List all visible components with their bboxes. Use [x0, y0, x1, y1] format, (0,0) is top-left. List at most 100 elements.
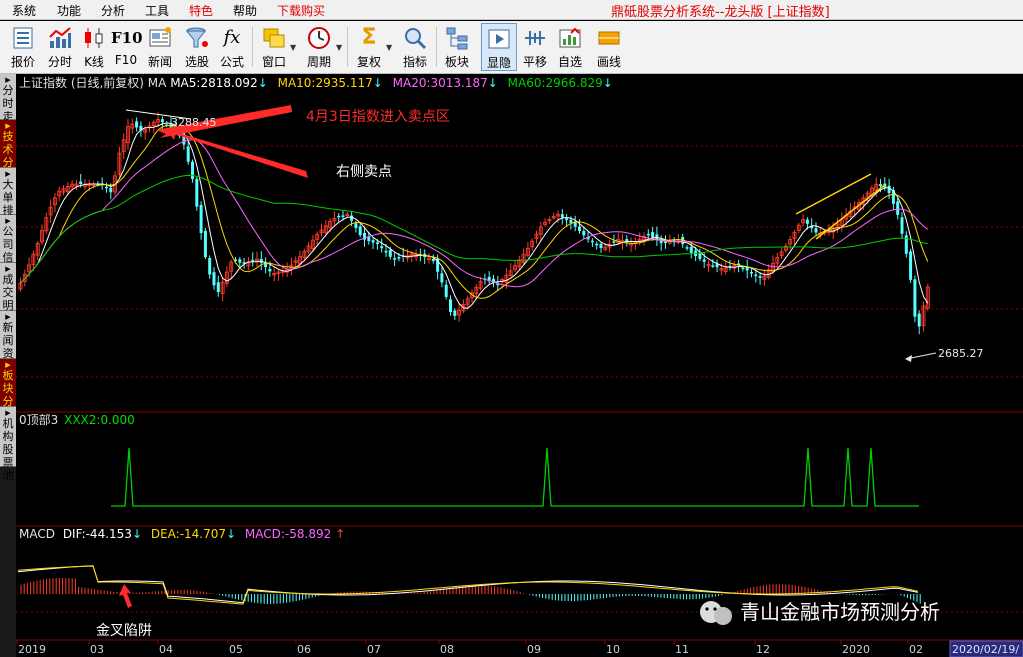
- left-tab-5[interactable]: ▶新闻资讯: [0, 311, 16, 373]
- candle-body: [79, 181, 83, 184]
- candle-body: [208, 257, 212, 275]
- window-button-label: 窗口: [261, 55, 286, 69]
- kline-button[interactable]: K线: [78, 23, 110, 71]
- candle-body: [685, 247, 689, 249]
- candle-body: [711, 265, 715, 267]
- candle-body: [664, 241, 667, 244]
- candle-body: [354, 223, 358, 228]
- period-button[interactable]: 周期: [302, 23, 336, 71]
- wechat-icon-bubble: [714, 607, 732, 625]
- menu-item-system[interactable]: 系统: [12, 2, 36, 19]
- clock-icon: [308, 27, 330, 49]
- toolbar-separator: [252, 27, 253, 67]
- candle-body: [758, 276, 762, 278]
- sector-button[interactable]: 板块: [440, 23, 474, 71]
- candle-body: [444, 284, 448, 297]
- left-tab-2[interactable]: ▶大单排名: [0, 168, 16, 230]
- left-tab-0[interactable]: ▶分时走势: [0, 74, 16, 136]
- pan-button[interactable]: 平移: [518, 23, 552, 71]
- watermark-text: 青山金融市场预测分析: [740, 600, 940, 624]
- menu-item-tools[interactable]: 工具: [145, 2, 169, 19]
- formula-button[interactable]: fx 公式: [216, 23, 248, 71]
- chart-area[interactable]: 上证指数 (日线,前复权) MA MA5:2818.092↓ MA10:2935…: [16, 74, 1023, 657]
- x-axis-label: 06: [297, 643, 311, 656]
- ma10-arrow: ↓: [373, 76, 383, 90]
- ma20-value: MA20:3013.187: [393, 76, 488, 90]
- menu-item-features[interactable]: 特色: [189, 2, 213, 19]
- x-axis-label: 07: [367, 643, 381, 656]
- candle-body: [199, 205, 203, 233]
- tree-icon: [446, 27, 468, 50]
- ma5-arrow: ↓: [258, 76, 268, 90]
- candle-body: [590, 240, 594, 243]
- left-tab-bar: ▶分时走势▶技术分析▶大单排名▶公司信息▶成交明细▶新闻资讯▶板块分析▶机构股票…: [0, 74, 16, 657]
- candle-body: [384, 250, 388, 253]
- tab-arrow-icon: ▶: [5, 76, 11, 84]
- left-tab-1[interactable]: ▶技术分析: [0, 120, 16, 182]
- menu-item-download[interactable]: 下载购买: [277, 2, 325, 19]
- candle-body: [612, 241, 616, 243]
- x-axis-label: 12: [756, 643, 770, 656]
- left-tab-7[interactable]: ▶ 机构股票池: [0, 407, 16, 482]
- adjust-button[interactable]: Σ 复权: [352, 23, 386, 71]
- adjust-dropdown-icon[interactable]: ▼: [386, 43, 392, 52]
- news-button[interactable]: 新闻: [142, 23, 178, 71]
- candle-body: [879, 184, 882, 187]
- period-dropdown-icon[interactable]: ▼: [336, 43, 342, 52]
- x-axis-label: 08: [440, 643, 454, 656]
- quote-button[interactable]: 报价: [4, 23, 42, 71]
- candle-body: [689, 246, 693, 253]
- candle-body: [109, 187, 113, 193]
- intraday-button[interactable]: 分时: [43, 23, 77, 71]
- f10-button[interactable]: F10 F10: [111, 23, 143, 71]
- draw-line-button[interactable]: 画线: [590, 23, 628, 71]
- tab-arrow-icon: ▶: [5, 361, 11, 369]
- left-tab-4[interactable]: ▶成交明细: [0, 263, 16, 325]
- candle-body: [431, 258, 435, 261]
- quote-button-label: 报价: [10, 55, 35, 69]
- window-dropdown-icon[interactable]: ▼: [290, 43, 296, 52]
- macd-dif-arrow: ↓: [132, 527, 142, 541]
- show-hide-button[interactable]: 显隐: [481, 23, 517, 71]
- candle-body: [135, 121, 139, 128]
- candle-body: [805, 219, 809, 224]
- f10-icon: F10: [111, 29, 143, 47]
- candle-body: [337, 215, 341, 218]
- menu-item-help[interactable]: 帮助: [233, 2, 257, 19]
- macd-dea-arrow: ↓: [226, 527, 236, 541]
- candle-body: [105, 186, 108, 189]
- macd-arrow: ↑: [335, 527, 345, 541]
- stock-picker-button[interactable]: 选股: [179, 23, 215, 71]
- macd-value: MACD:-58.892: [245, 527, 331, 541]
- news-icon: [149, 27, 171, 47]
- candle-body: [582, 230, 586, 236]
- menu-item-function[interactable]: 功能: [57, 2, 81, 19]
- intraday-icon: [49, 27, 71, 48]
- candle-body: [814, 228, 818, 233]
- candle-body: [375, 242, 379, 244]
- low-price-label: 2685.27: [938, 347, 984, 360]
- watchlist-button[interactable]: 自选: [553, 23, 587, 71]
- candle-body: [702, 259, 706, 262]
- x-axis-label: 11: [675, 643, 689, 656]
- menu-item-analysis[interactable]: 分析: [101, 2, 125, 19]
- toggle-icon: [488, 29, 510, 49]
- macd-header: MACD DIF:-44.153↓ DEA:-14.707↓ MACD:-58.…: [19, 527, 345, 541]
- x-axis-label: 04: [159, 643, 173, 656]
- macd-dea: DEA:-14.707: [151, 527, 226, 541]
- left-tab-3[interactable]: ▶公司信息: [0, 215, 16, 277]
- tab-arrow-icon: ▶: [5, 170, 11, 178]
- candle-body: [917, 313, 921, 327]
- left-tab-6[interactable]: ▶板块分析: [0, 359, 16, 421]
- golden-cross-trap-annotation: 金叉陷阱: [96, 623, 152, 639]
- tab-arrow-icon: ▶: [5, 217, 11, 225]
- candle-body: [595, 243, 599, 246]
- macd-name: MACD: [19, 527, 55, 541]
- indicator-button[interactable]: 指标: [398, 23, 432, 71]
- candle-body: [909, 251, 913, 280]
- candle-body: [195, 178, 199, 207]
- candle-body: [191, 161, 194, 179]
- indicator1-header: 0顶部3 XXX2:0.000: [19, 412, 135, 427]
- candle-body: [238, 259, 242, 263]
- window-button[interactable]: 窗口: [257, 23, 291, 71]
